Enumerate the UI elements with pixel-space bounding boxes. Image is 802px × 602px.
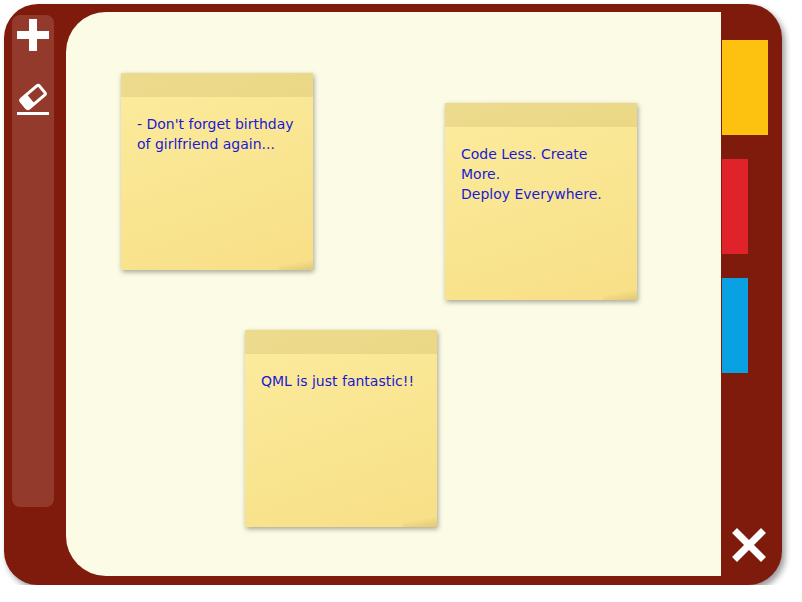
note-curl	[403, 515, 437, 527]
close-button[interactable]	[730, 526, 768, 564]
note-header[interactable]	[445, 103, 637, 127]
note-curl	[279, 258, 313, 270]
note-text[interactable]: - Don't forget birthday of girlfriend ag…	[121, 97, 313, 170]
close-icon	[731, 527, 767, 563]
color-tab[interactable]	[722, 159, 748, 254]
tab-column	[721, 12, 782, 576]
add-note-button[interactable]	[13, 15, 53, 55]
sticky-note[interactable]: Code Less. Create More. Deploy Everywher…	[445, 103, 637, 300]
sticky-note[interactable]: QML is just fantastic!!	[245, 330, 437, 527]
color-tab[interactable]	[722, 40, 768, 135]
tab-list	[722, 40, 768, 373]
plus-icon	[15, 17, 51, 53]
notes-window: - Don't forget birthday of girlfriend ag…	[4, 4, 782, 585]
color-tab[interactable]	[722, 278, 748, 373]
note-curl	[603, 288, 637, 300]
eraser-icon	[15, 81, 51, 117]
note-header[interactable]	[245, 330, 437, 354]
toolbar	[12, 15, 54, 507]
clear-notes-button[interactable]	[13, 79, 53, 119]
note-text[interactable]: Code Less. Create More. Deploy Everywher…	[445, 127, 637, 220]
note-header[interactable]	[121, 73, 313, 97]
note-board: - Don't forget birthday of girlfriend ag…	[66, 12, 721, 576]
sticky-note[interactable]: - Don't forget birthday of girlfriend ag…	[121, 73, 313, 270]
note-text[interactable]: QML is just fantastic!!	[245, 354, 437, 407]
